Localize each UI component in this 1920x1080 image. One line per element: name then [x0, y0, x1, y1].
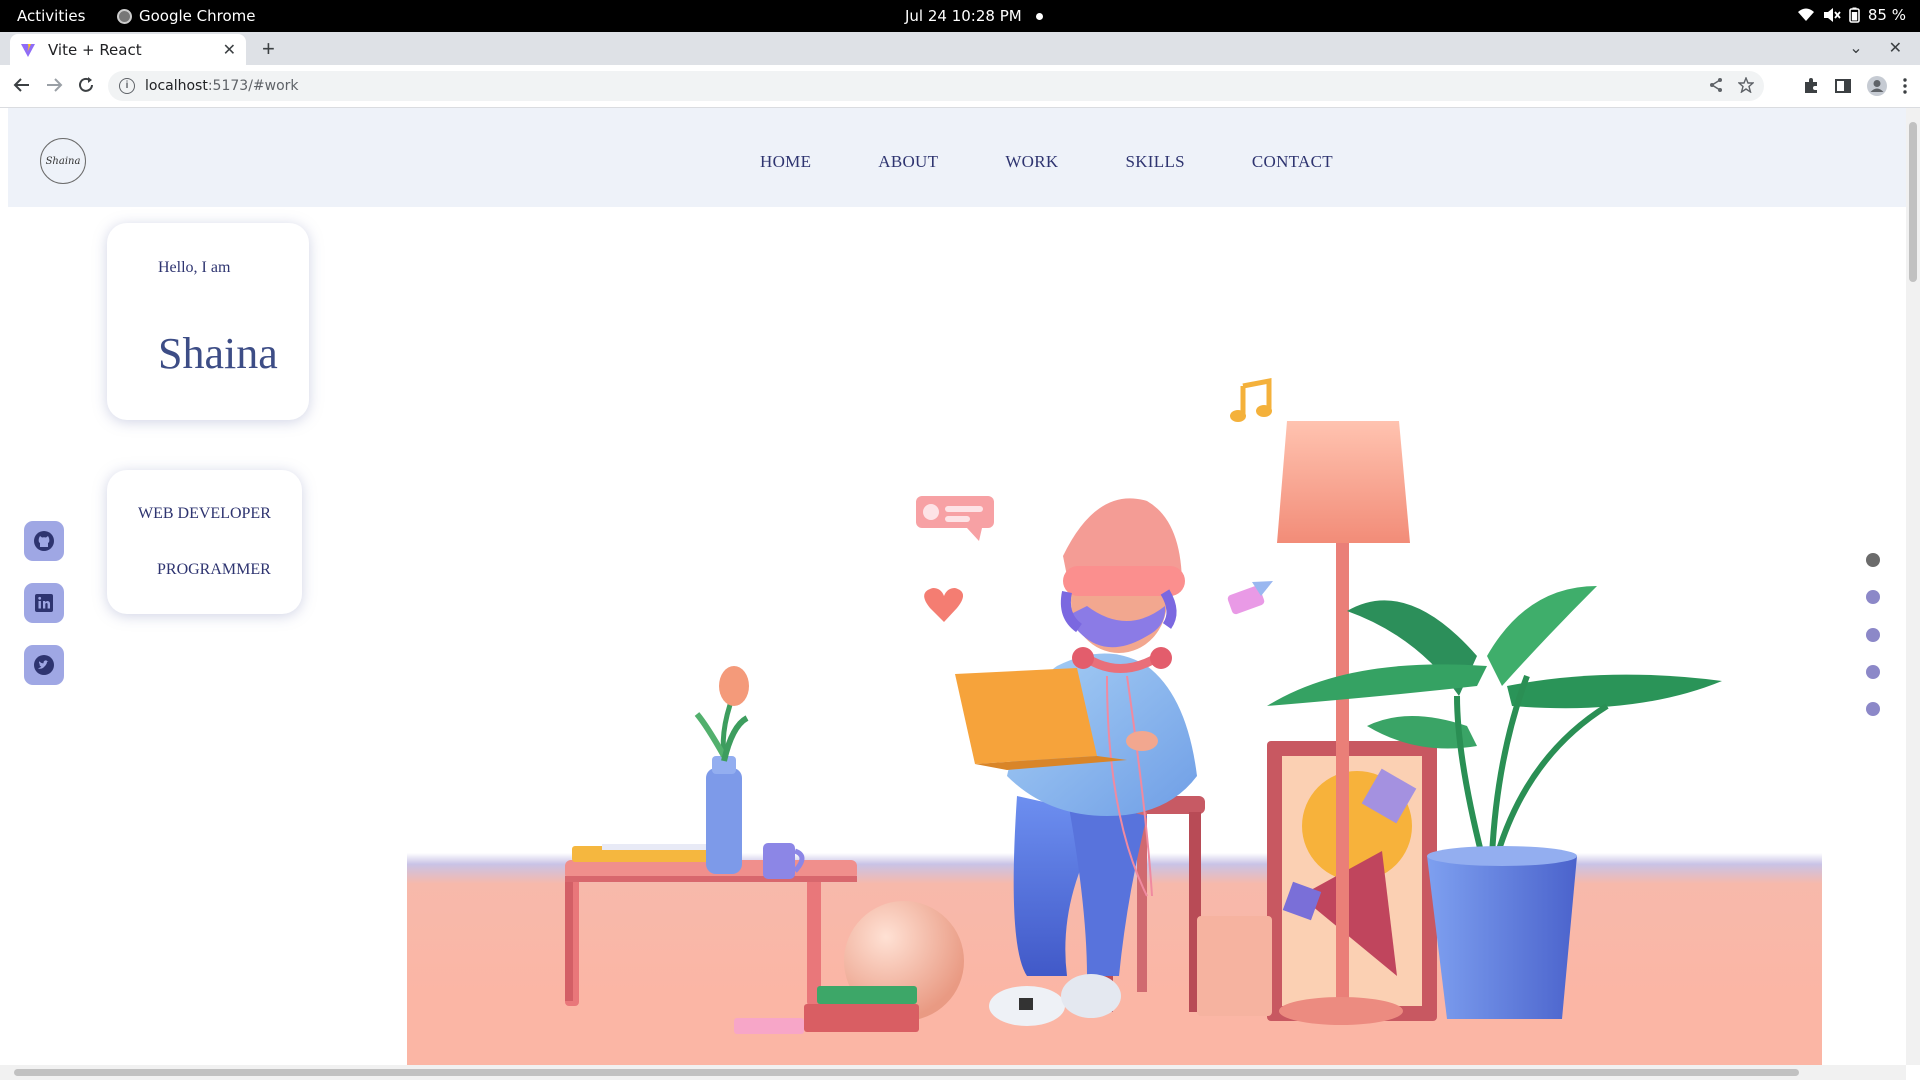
hero-illustration [407, 377, 1822, 1065]
vertical-scroll-thumb[interactable] [1909, 122, 1917, 282]
volume-muted-icon [1823, 8, 1841, 22]
intro-card: Hello, I am Shaina [107, 223, 309, 420]
browser-toolbar: i localhost:5173/#work [0, 65, 1920, 108]
section-dot[interactable] [1866, 702, 1880, 716]
linkedin-link[interactable] [24, 583, 64, 623]
wifi-icon [1797, 8, 1814, 21]
book-stack [804, 1004, 919, 1032]
twitter-link[interactable] [24, 645, 64, 685]
book [817, 986, 917, 1004]
music-note-icon [1230, 377, 1272, 422]
main-nav: HOME ABOUT WORK SKILLS CONTACT [760, 152, 1400, 172]
chrome-icon [117, 8, 132, 24]
vite-icon [21, 43, 35, 57]
horizontal-scrollbar[interactable] [0, 1065, 1906, 1080]
site-header: Shaina HOME ABOUT WORK SKILLS CONTACT [8, 108, 1906, 207]
wall-painting [1267, 741, 1437, 1021]
nav-contact[interactable]: CONTACT [1252, 152, 1333, 172]
github-link[interactable] [24, 521, 64, 561]
system-top-bar: Activities Google Chrome Jul 24 10:28 PM… [0, 0, 1920, 32]
chat-bubble-icon [916, 496, 994, 541]
linkedin-icon [35, 594, 53, 612]
new-tab-icon[interactable]: + [262, 36, 275, 62]
twitter-icon [34, 655, 54, 675]
site-info-icon[interactable]: i [119, 78, 135, 94]
vertical-scrollbar[interactable] [1906, 108, 1920, 1065]
window-close-icon[interactable]: ✕ [1889, 38, 1902, 58]
book [734, 1018, 804, 1034]
logo-text: Shaina [45, 155, 81, 167]
url-host: localhost [145, 78, 208, 94]
address-bar[interactable]: i localhost:5173/#work [108, 71, 1764, 101]
role-card: WEB DEVELOPER PROGRAMMER [107, 470, 302, 614]
github-icon [34, 531, 54, 551]
nav-skills[interactable]: SKILLS [1125, 152, 1184, 172]
tab-search-chevron-icon[interactable]: ⌄ [1849, 38, 1862, 58]
battery-icon [1849, 7, 1860, 23]
activities-button[interactable]: Activities [17, 7, 85, 25]
site-logo[interactable]: Shaina [40, 138, 86, 184]
section-dot[interactable] [1866, 590, 1880, 604]
page-viewport: Shaina HOME ABOUT WORK SKILLS CONTACT He… [0, 108, 1906, 1065]
reload-icon[interactable] [76, 75, 96, 95]
tab-vite-react[interactable]: Vite + React ✕ [10, 34, 246, 65]
extensions-puzzle-icon[interactable] [1802, 77, 1820, 95]
name-heading: Shaina [158, 329, 278, 378]
clock[interactable]: Jul 24 10:28 PM [905, 7, 1022, 25]
horizontal-scroll-thumb[interactable] [14, 1069, 1799, 1076]
profile-avatar-icon[interactable] [1866, 75, 1888, 97]
system-tray[interactable]: 85 % [1797, 6, 1906, 24]
app-name-label: Google Chrome [139, 7, 256, 25]
battery-percent: 85 % [1867, 6, 1906, 24]
heart-icon [924, 588, 964, 622]
url-text: localhost:5173/#work [145, 78, 299, 94]
role-web-developer: WEB DEVELOPER [138, 505, 271, 522]
nav-about[interactable]: ABOUT [878, 152, 938, 172]
url-path: :5173/#work [207, 78, 299, 94]
side-panel-icon[interactable] [1834, 77, 1852, 95]
notification-dot [1036, 13, 1043, 20]
ticket-icon [1227, 581, 1273, 615]
tab-title: Vite + React [48, 40, 142, 59]
back-arrow-icon[interactable] [12, 75, 32, 95]
box [1197, 916, 1272, 1016]
nav-home[interactable]: HOME [760, 152, 811, 172]
greeting-text: Hello, I am [158, 259, 231, 276]
share-icon[interactable] [1708, 77, 1724, 93]
app-menu[interactable]: Google Chrome [117, 7, 256, 25]
kebab-menu-icon[interactable] [1902, 77, 1908, 95]
nav-work[interactable]: WORK [1005, 152, 1058, 172]
section-dot[interactable] [1866, 553, 1880, 567]
forward-arrow-icon[interactable] [44, 75, 64, 95]
section-dot[interactable] [1866, 628, 1880, 642]
tab-close-icon[interactable]: ✕ [223, 40, 236, 60]
section-dot[interactable] [1866, 665, 1880, 679]
tab-strip: Vite + React ✕ + ⌄ ✕ [0, 32, 1920, 65]
role-programmer: PROGRAMMER [157, 561, 271, 578]
bookmark-star-icon[interactable] [1738, 77, 1754, 93]
